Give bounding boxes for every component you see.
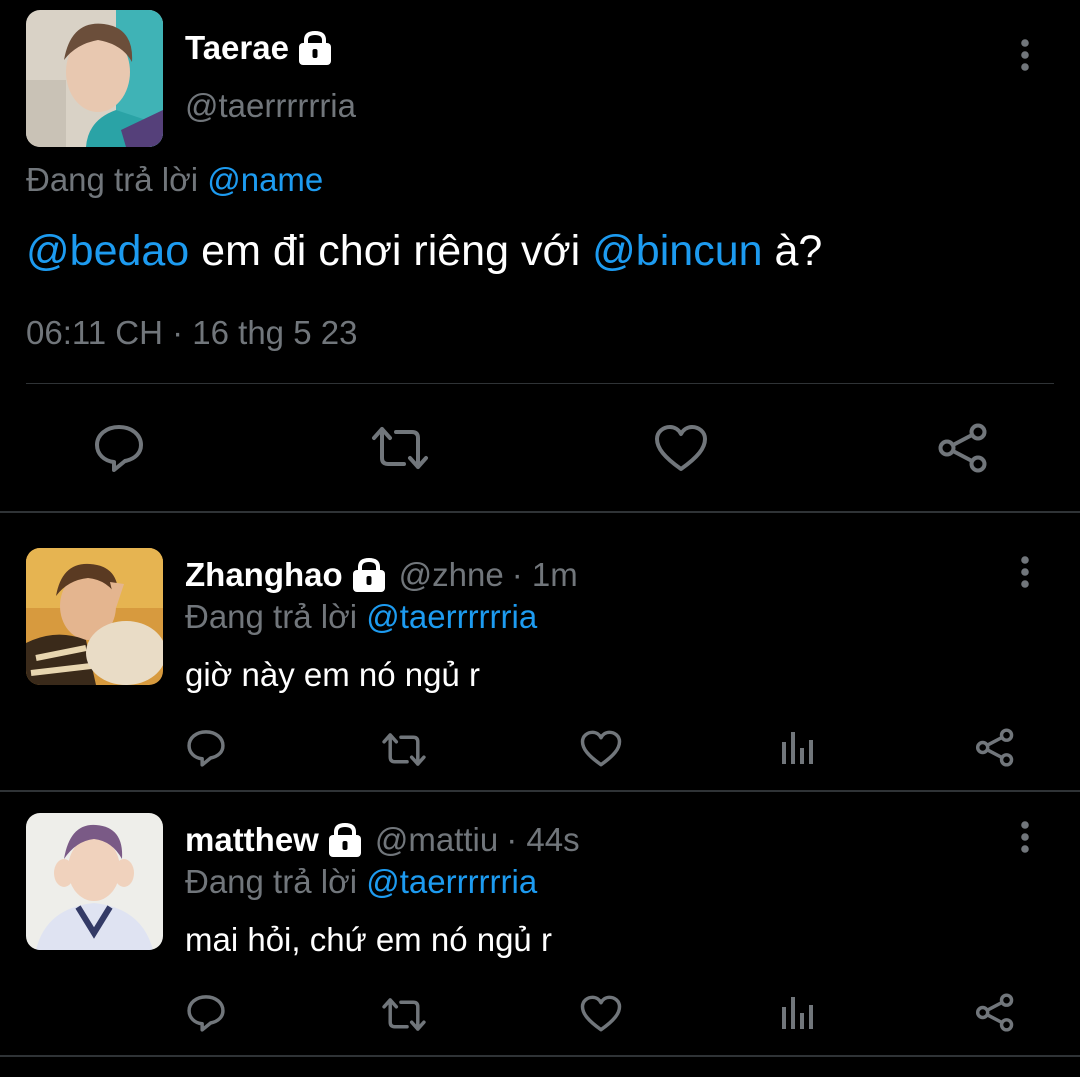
lock-icon — [297, 31, 333, 65]
like-icon[interactable] — [580, 995, 622, 1032]
author-row: Taerae — [185, 28, 333, 68]
more-options-icon[interactable] — [1013, 554, 1037, 590]
comment-icon[interactable] — [186, 728, 226, 768]
mention-link[interactable]: @bincun — [592, 227, 762, 276]
reply-to-link[interactable]: @taerrrrrria — [366, 863, 537, 901]
display-name[interactable]: matthew — [185, 821, 319, 859]
reply-text: giờ này em nó ngủ r — [185, 656, 480, 693]
reply-text: mai hỏi, chứ em nó ngủ r — [185, 921, 552, 958]
display-name[interactable]: Taerae — [185, 29, 289, 67]
lock-icon — [327, 823, 363, 857]
mention-link[interactable]: @bedao — [26, 227, 189, 276]
lock-icon — [351, 558, 387, 592]
handle[interactable]: @zhne — [399, 556, 504, 594]
avatar-image — [26, 813, 163, 950]
handle[interactable]: @mattiu — [375, 821, 498, 859]
retweet-icon[interactable] — [381, 731, 427, 768]
like-icon[interactable] — [654, 424, 708, 472]
share-icon[interactable] — [937, 423, 989, 473]
reply-author-row: Zhanghao @zhne · 1m — [185, 555, 578, 595]
retweet-icon[interactable] — [370, 424, 430, 472]
reply-to-link[interactable]: @taerrrrrria — [366, 598, 537, 636]
avatar-image — [26, 10, 163, 147]
tweet-text-part: em đi chơi riêng với — [189, 226, 593, 275]
relative-time[interactable]: · 44s — [506, 821, 579, 859]
handle[interactable]: @taerrrrrria — [185, 87, 356, 125]
reply-divider — [0, 1055, 1080, 1057]
like-icon[interactable] — [580, 730, 622, 767]
section-divider — [0, 511, 1080, 513]
reply-context: Đang trả lời @taerrrrrria — [185, 597, 537, 637]
reply-prefix: Đang trả lời — [185, 863, 358, 900]
more-options-icon[interactable] — [1013, 37, 1037, 73]
relative-time[interactable]: · 1m — [512, 556, 578, 594]
timestamp[interactable]: 06:11 CH · 16 thg 5 23 — [26, 314, 357, 352]
avatar-image — [26, 548, 163, 685]
more-options-icon[interactable] — [1013, 819, 1037, 855]
reply-to-link[interactable]: @name — [207, 161, 323, 199]
reply-prefix: Đang trả lời — [185, 598, 358, 635]
share-icon[interactable] — [975, 993, 1015, 1032]
avatar-zhanghao[interactable] — [26, 548, 163, 685]
share-icon[interactable] — [975, 728, 1015, 767]
reply-author-row: matthew @mattiu · 44s — [185, 820, 580, 860]
retweet-icon[interactable] — [381, 996, 427, 1033]
tweet-text: @bedao em đi chơi riêng với @bincun à? — [26, 225, 822, 277]
tweet-text-part: à? — [762, 226, 823, 275]
avatar-matthew[interactable] — [26, 813, 163, 950]
analytics-icon[interactable] — [780, 995, 814, 1031]
divider — [26, 383, 1054, 384]
comment-icon[interactable] — [186, 993, 226, 1033]
reply-divider — [0, 790, 1080, 792]
comment-icon[interactable] — [93, 422, 145, 474]
reply-context: Đang trả lời @name — [26, 160, 323, 200]
avatar-taerae[interactable] — [26, 10, 163, 147]
reply-context: Đang trả lời @taerrrrrria — [185, 862, 537, 902]
display-name[interactable]: Zhanghao — [185, 556, 343, 594]
reply-prefix: Đang trả lời — [26, 161, 199, 198]
analytics-icon[interactable] — [780, 730, 814, 766]
